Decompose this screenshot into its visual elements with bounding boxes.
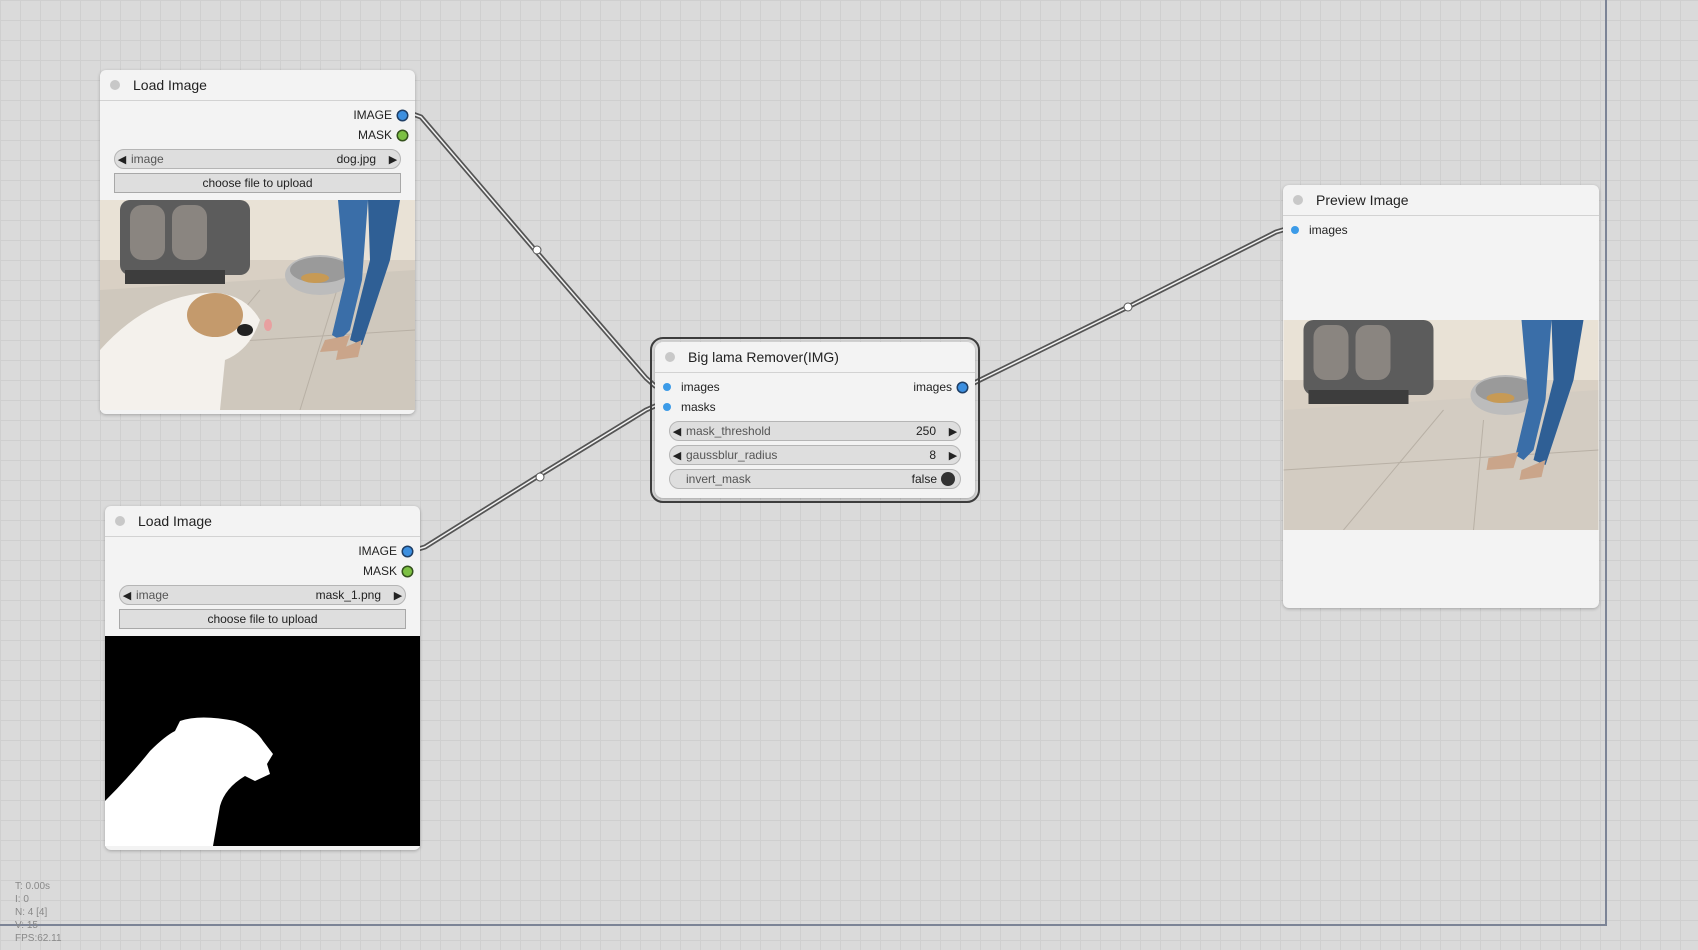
dog-photo-preview bbox=[100, 200, 415, 410]
arrow-left-icon[interactable]: ◀ bbox=[120, 589, 134, 602]
stat-vertices: V: 15 bbox=[15, 920, 38, 931]
arrow-left-icon[interactable]: ◀ bbox=[115, 153, 129, 166]
images-input-dot-icon[interactable] bbox=[663, 383, 671, 391]
node-title-bar[interactable]: Big lama Remover(IMG) bbox=[655, 342, 975, 373]
toggle-knob-icon[interactable] bbox=[941, 472, 955, 486]
image-slot-dot-icon[interactable] bbox=[403, 546, 412, 556]
stat-nodes: N: 4 [4] bbox=[15, 907, 48, 918]
mask-slot-dot-icon[interactable] bbox=[398, 130, 407, 140]
arrow-left-icon[interactable]: ◀ bbox=[670, 425, 684, 438]
image-slot-dot-icon[interactable] bbox=[398, 110, 407, 120]
mask-image-preview bbox=[105, 636, 420, 846]
output-slot-images[interactable]: images bbox=[913, 380, 967, 394]
preview-image-node[interactable]: Preview Image images bbox=[1283, 185, 1599, 608]
mask-slot-dot-icon[interactable] bbox=[403, 566, 412, 576]
arrow-right-icon[interactable]: ▶ bbox=[946, 425, 960, 438]
output-slot-mask[interactable]: MASK bbox=[100, 125, 415, 145]
collapse-dot-icon[interactable] bbox=[115, 516, 125, 526]
images-input-dot-icon[interactable] bbox=[1291, 226, 1299, 234]
invert-mask-toggle[interactable]: invert_mask false bbox=[669, 469, 961, 489]
masks-input-dot-icon[interactable] bbox=[663, 403, 671, 411]
io-row-masks: masks bbox=[655, 397, 975, 417]
arrow-right-icon[interactable]: ▶ bbox=[391, 589, 405, 602]
upload-button[interactable]: choose file to upload bbox=[119, 609, 406, 629]
node-title: Load Image bbox=[133, 77, 207, 93]
images-output-dot-icon[interactable] bbox=[958, 382, 967, 392]
load-image-node-1[interactable]: Load Image IMAGE MASK ◀ image dog.jpg ▶ … bbox=[100, 70, 415, 414]
gaussblur-radius-widget[interactable]: ◀ gaussblur_radius 8 ▶ bbox=[669, 445, 961, 465]
input-slot-images[interactable]: images bbox=[1283, 220, 1599, 240]
input-slot-images[interactable]: images bbox=[663, 380, 720, 394]
stat-time: T: 0.00s bbox=[15, 881, 51, 892]
stats-overlay: T: 0.00s I: 0 N: 4 [4] V: 15 FPS:62.11 bbox=[15, 880, 62, 945]
result-image-preview bbox=[1283, 320, 1599, 530]
image-combo-widget[interactable]: ◀ image dog.jpg ▶ bbox=[114, 149, 401, 169]
output-slot-mask[interactable]: MASK bbox=[105, 561, 420, 581]
arrow-right-icon[interactable]: ▶ bbox=[946, 449, 960, 462]
big-lama-remover-node[interactable]: Big lama Remover(IMG) images images mask… bbox=[650, 337, 980, 503]
node-title: Load Image bbox=[138, 513, 212, 529]
image-combo-widget[interactable]: ◀ image mask_1.png ▶ bbox=[119, 585, 406, 605]
link-images-to-preview[interactable] bbox=[965, 226, 1289, 389]
stat-iterations: I: 0 bbox=[15, 894, 29, 905]
input-slot-masks[interactable]: masks bbox=[663, 400, 716, 414]
arrow-left-icon[interactable]: ◀ bbox=[670, 449, 684, 462]
output-slot-image[interactable]: IMAGE bbox=[105, 541, 420, 561]
node-title-bar[interactable]: Load Image bbox=[100, 70, 415, 101]
link-mask-to-masks[interactable] bbox=[412, 403, 658, 553]
collapse-dot-icon[interactable] bbox=[1293, 195, 1303, 205]
node-title-bar[interactable]: Preview Image bbox=[1283, 185, 1599, 216]
upload-button[interactable]: choose file to upload bbox=[114, 173, 401, 193]
output-slot-image[interactable]: IMAGE bbox=[100, 105, 415, 125]
mask-threshold-widget[interactable]: ◀ mask_threshold 250 ▶ bbox=[669, 421, 961, 441]
node-title: Big lama Remover(IMG) bbox=[688, 349, 839, 365]
stat-fps: FPS:62.11 bbox=[15, 933, 62, 944]
arrow-right-icon[interactable]: ▶ bbox=[386, 153, 400, 166]
node-title-bar[interactable]: Load Image bbox=[105, 506, 420, 537]
node-title: Preview Image bbox=[1316, 192, 1409, 208]
collapse-dot-icon[interactable] bbox=[665, 352, 675, 362]
load-image-node-2[interactable]: Load Image IMAGE MASK ◀ image mask_1.png… bbox=[105, 506, 420, 850]
io-row-images: images images bbox=[655, 377, 975, 397]
link-image-to-images[interactable] bbox=[407, 110, 658, 389]
collapse-dot-icon[interactable] bbox=[110, 80, 120, 90]
